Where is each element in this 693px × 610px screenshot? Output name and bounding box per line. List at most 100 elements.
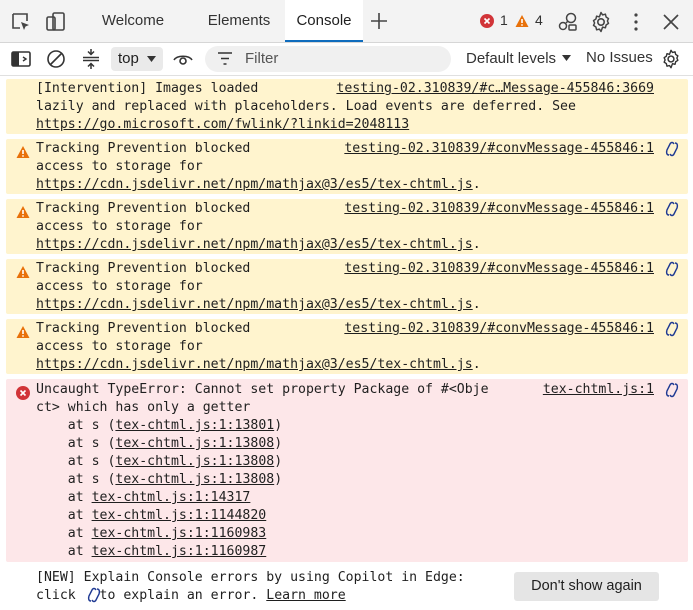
copilot-explain-icon[interactable] <box>664 382 680 398</box>
add-tab-icon[interactable] <box>369 11 389 31</box>
close-icon[interactable] <box>659 10 683 34</box>
stack-frame: at s (tex-chtml.js:1:13808) <box>36 453 282 471</box>
message-source-link[interactable]: testing-02.310839/#c…Message-455846:3669 <box>336 80 654 98</box>
tab-console[interactable]: Console <box>285 0 363 42</box>
copilot-explain-icon[interactable] <box>664 321 680 337</box>
stack-frame: at tex-chtml.js:1:1160983 <box>36 525 267 543</box>
console-settings-gear-icon[interactable] <box>660 48 682 70</box>
message-url-link[interactable]: https://cdn.jsdelivr.net/npm/mathjax@3/e… <box>36 297 473 312</box>
copilot-tip-text: to explain an error. <box>99 588 259 603</box>
message-url-line: https://cdn.jsdelivr.net/npm/mathjax@3/e… <box>36 236 481 254</box>
message-text: Tracking Prevention blocked <box>36 261 251 276</box>
message-text: access to storage for <box>36 279 203 294</box>
error-icon <box>16 386 30 400</box>
stack-frame-link[interactable]: tex-chtml.js:1:1160983 <box>92 526 267 541</box>
error-count: 1 <box>500 12 508 28</box>
console-message-warning: Tracking Prevention blocked testing-02.3… <box>6 199 688 254</box>
copilot-tip-text: click <box>36 588 76 603</box>
message-url-link[interactable]: https://cdn.jsdelivr.net/npm/mathjax@3/e… <box>36 357 473 372</box>
message-text: access to storage for <box>36 339 203 354</box>
message-url-suffix: . <box>472 297 481 312</box>
stack-frame: at tex-chtml.js:1:1160987 <box>36 543 267 561</box>
tab-welcome[interactable]: Welcome <box>88 0 178 42</box>
log-levels-label: Default levels <box>466 50 557 67</box>
learn-more-link[interactable]: Learn more <box>266 588 345 603</box>
warning-icon <box>16 206 30 218</box>
message-text: Tracking Prevention blocked <box>36 141 251 156</box>
stack-frame-suffix: ) <box>274 436 283 451</box>
warning-count-badge[interactable]: 4 <box>515 12 543 28</box>
copilot-explain-icon[interactable] <box>664 201 680 217</box>
live-expression-eye-icon[interactable] <box>172 48 194 70</box>
filter-input[interactable]: Filter <box>205 46 451 72</box>
stack-frame: at tex-chtml.js:1:14317 <box>36 489 251 507</box>
console-message-warning: Tracking Prevention blocked testing-02.3… <box>6 259 688 314</box>
stack-frame-link[interactable]: tex-chtml.js:1:1160987 <box>92 544 267 559</box>
warning-icon <box>515 15 529 27</box>
stack-frame-prefix: at s ( <box>36 472 116 487</box>
stack-frame-link[interactable]: tex-chtml.js:1:13808 <box>115 436 274 451</box>
stack-frame-suffix: ) <box>274 472 283 487</box>
message-url-suffix: . <box>472 237 481 252</box>
stack-frame-suffix: ) <box>274 418 283 433</box>
copilot-explain-icon[interactable] <box>664 261 680 277</box>
stack-frame-prefix: at <box>36 490 92 505</box>
issues-network-icon[interactable] <box>556 10 580 34</box>
message-url-line: https://cdn.jsdelivr.net/npm/mathjax@3/e… <box>36 296 481 314</box>
message-text: lazily and replaced with placeholders. L… <box>36 99 576 114</box>
message-source-link[interactable]: testing-02.310839/#convMessage-455846:1 <box>344 200 654 218</box>
message-url-link[interactable]: https://go.microsoft.com/fwlink/?linkid=… <box>36 117 409 132</box>
stack-frame-prefix: at <box>36 544 92 559</box>
stack-frame: at s (tex-chtml.js:1:13808) <box>36 471 282 489</box>
message-url-line: https://cdn.jsdelivr.net/npm/mathjax@3/e… <box>36 356 481 374</box>
error-text: ct> which has only a getter <box>36 400 251 415</box>
dont-show-again-button[interactable]: Don't show again <box>514 572 659 601</box>
error-text: Uncaught TypeError: Cannot set property … <box>36 382 489 397</box>
message-source-link[interactable]: testing-02.310839/#convMessage-455846:1 <box>344 140 654 158</box>
stack-frame-link[interactable]: tex-chtml.js:1:13801 <box>115 418 274 433</box>
console-message-warning: Tracking Prevention blocked testing-02.3… <box>6 139 688 194</box>
filter-placeholder: Filter <box>245 50 279 67</box>
devtools-tab-bar: Welcome Elements Console 1 4 <box>0 0 693 43</box>
message-url-link[interactable]: https://cdn.jsdelivr.net/npm/mathjax@3/e… <box>36 177 473 192</box>
context-selector[interactable]: top <box>111 47 163 71</box>
stack-frame: at s (tex-chtml.js:1:13801) <box>36 417 282 435</box>
stack-frame-prefix: at <box>36 508 92 523</box>
message-url-line: https://go.microsoft.com/fwlink/?linkid=… <box>36 116 409 134</box>
message-source-link[interactable]: testing-02.310839/#convMessage-455846:1 <box>344 320 654 338</box>
copilot-explain-icon[interactable] <box>664 141 680 157</box>
clear-console-icon[interactable] <box>45 48 67 70</box>
inspect-element-icon[interactable] <box>10 11 32 33</box>
stack-frame-link[interactable]: tex-chtml.js:1:1144820 <box>92 508 267 523</box>
chevron-down-icon <box>562 55 572 61</box>
message-source-link[interactable]: testing-02.310839/#convMessage-455846:1 <box>344 260 654 278</box>
message-text: Tracking Prevention blocked <box>36 201 251 216</box>
settings-gear-icon[interactable] <box>589 10 613 34</box>
message-url-suffix: . <box>472 357 481 372</box>
stack-frame-prefix: at <box>36 526 92 541</box>
log-levels-dropdown[interactable]: Default levels <box>466 50 572 67</box>
error-source-link[interactable]: tex-chtml.js:1 <box>543 381 654 399</box>
error-count-badge[interactable]: 1 <box>480 12 508 28</box>
warning-icon <box>16 146 30 158</box>
device-emulation-icon[interactable] <box>45 11 67 33</box>
stack-frame: at s (tex-chtml.js:1:13808) <box>36 435 282 453</box>
filter-icon <box>218 52 232 65</box>
tab-elements[interactable]: Elements <box>192 0 286 42</box>
message-url-link[interactable]: https://cdn.jsdelivr.net/npm/mathjax@3/e… <box>36 237 473 252</box>
message-url-line: https://cdn.jsdelivr.net/npm/mathjax@3/e… <box>36 176 481 194</box>
error-icon <box>480 14 494 28</box>
console-message-intervention: [Intervention] Images loaded testing-02.… <box>6 79 688 134</box>
issues-counter[interactable]: No Issues <box>586 49 653 66</box>
show-sidebar-icon[interactable] <box>10 48 32 70</box>
stack-frame-suffix: ) <box>274 454 283 469</box>
console-toolbar: top Filter Default levels No Issues <box>0 43 693 76</box>
stack-frame-link[interactable]: tex-chtml.js:1:14317 <box>92 490 251 505</box>
console-message-warning: Tracking Prevention blocked testing-02.3… <box>6 319 688 374</box>
stack-frame-link[interactable]: tex-chtml.js:1:13808 <box>115 472 274 487</box>
message-text: Tracking Prevention blocked <box>36 321 251 336</box>
collapse-groups-icon[interactable] <box>80 48 102 70</box>
more-options-icon[interactable] <box>624 10 648 34</box>
warning-count: 4 <box>535 12 543 28</box>
stack-frame-link[interactable]: tex-chtml.js:1:13808 <box>115 454 274 469</box>
